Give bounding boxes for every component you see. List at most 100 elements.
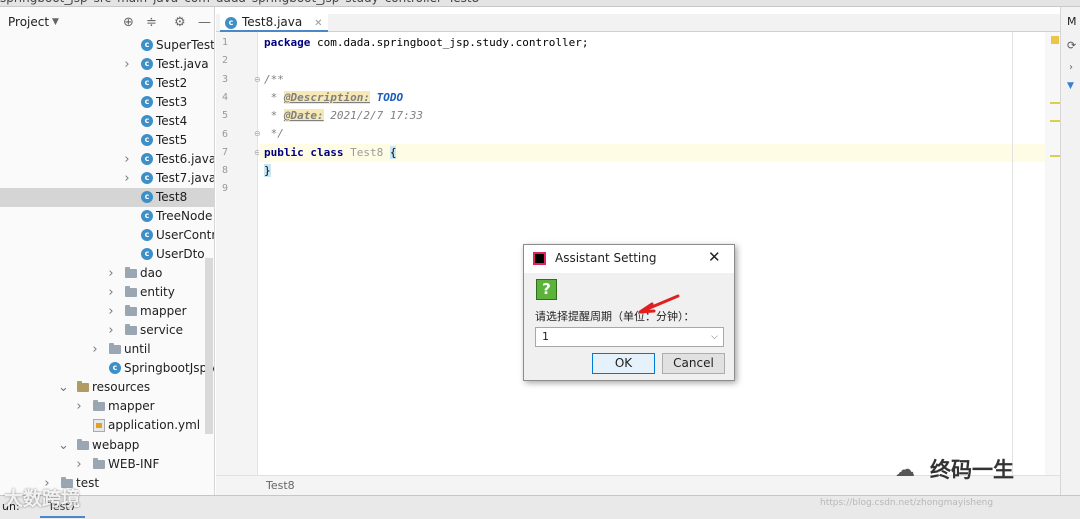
tree-item-label: entity [140,285,175,299]
chevron-right-icon[interactable]: › [1069,62,1073,73]
tree-item[interactable]: › dao [0,264,214,283]
chevron-down-icon[interactable]: ▼ [52,17,59,27]
code-line-5: * @Date: 2021/2/7 17:33 [264,109,423,122]
chevron-right-icon[interactable]: › [106,283,116,302]
project-tree-scrollbar[interactable] [205,258,213,434]
gear-icon[interactable]: ⚙ [174,15,186,30]
tree-item[interactable]: › mapper [0,397,214,416]
tree-item-label: Test.java [156,57,209,71]
tree-item[interactable]: › service [0,321,214,340]
class-icon: c [141,96,153,108]
tree-item[interactable]: › mapper [0,302,214,321]
tree-item-label: application.yml [108,418,201,432]
class-icon: c [225,17,237,29]
dialog-prompt: 请选择提醒周期（单位：分钟）： [535,310,695,323]
fold-icon[interactable]: ⊖ [254,129,261,138]
editor-breadcrumb[interactable]: Test8 [266,479,295,492]
cancel-button[interactable]: Cancel [662,353,725,374]
tree-item-label: TreeNode [156,209,213,223]
breadcrumb-item[interactable]: springboot_jsp [0,0,88,5]
right-tool-window-strip: M ⟳ › ▼ [1060,7,1080,495]
refresh-icon[interactable]: ⟳ [1067,39,1076,52]
breadcrumb-item[interactable]: main [117,0,147,5]
tab-test8-java[interactable]: c Test8.java ✕ [220,14,329,32]
tree-item[interactable]: › c Test6.java [0,150,214,169]
tree-item-label: service [140,323,183,337]
close-icon[interactable]: ✕ [708,248,721,266]
tree-item[interactable]: c UserDto [0,245,214,264]
wechat-icon: ☁ [895,457,915,481]
class-icon: c [109,362,121,374]
chevron-right-icon[interactable]: › [122,55,132,74]
chevron-down-icon[interactable]: ⌄ [58,378,69,397]
tree-item[interactable]: ⌄ resources [0,378,214,397]
breadcrumb-item[interactable]: dada [216,0,246,5]
chevron-right-icon[interactable]: › [106,321,116,340]
line-number: 3 [221,73,228,85]
breadcrumb-item[interactable]: controller [385,0,442,5]
fold-icon[interactable]: ⊖ [254,75,261,84]
chevron-right-icon[interactable]: › [74,455,84,474]
tree-item[interactable]: c TreeNode [0,207,214,226]
error-stripe[interactable] [1045,32,1061,475]
tree-item[interactable]: ⌄ webapp [0,436,214,455]
tree-item[interactable]: › entity [0,283,214,302]
tree-item[interactable]: cUserController [0,226,214,245]
chevron-right-icon[interactable]: › [122,150,132,169]
close-icon[interactable]: ✕ [314,18,322,29]
tree-item[interactable]: › until [0,340,214,359]
folder-icon [109,343,121,354]
breadcrumb-item[interactable]: study [345,0,378,5]
selected-value: 1 [542,330,549,343]
tree-item[interactable]: c Test3 [0,93,214,112]
tree-item[interactable]: › c Test.java [0,55,214,74]
breadcrumb: springboot_jsp srcmain java com dada springbo… [0,0,485,5]
reminder-period-select[interactable]: 1 ⌵ [535,327,724,347]
breadcrumb-item[interactable]: java [153,0,178,5]
tree-item-label: Test5 [156,133,188,147]
class-icon: c [141,229,153,241]
tree-item[interactable]: c Test5 [0,131,214,150]
chevron-right-icon[interactable]: › [90,340,100,359]
chevron-right-icon[interactable]: › [122,169,132,188]
inspection-status-icon[interactable] [1051,36,1059,44]
tree-item-label: dao [140,266,163,280]
breadcrumb-item[interactable]: springboot_jsp [252,0,340,5]
tree-item[interactable]: c Test2 [0,74,214,93]
tree-item[interactable]: c Test8 [0,188,214,207]
folder-icon [93,458,105,469]
chevron-down-icon[interactable]: ▼ [1067,81,1074,91]
breadcrumb-item[interactable]: src [94,0,112,5]
maven-tool-label[interactable]: M [1067,15,1077,28]
class-icon: c [141,248,153,260]
project-tool-window: Project ▼ ⊕ ≑ ⚙ — c SuperTest › c Test.java c… [0,7,215,495]
tree-item[interactable]: cSpringbootJspApplica [0,359,214,378]
tree-item[interactable]: › c Test7.java [0,169,214,188]
tree-item-label: UserController [156,228,214,242]
chevron-right-icon[interactable]: › [74,397,84,416]
intellij-logo-icon [533,252,546,265]
tree-item[interactable]: c Test4 [0,112,214,131]
class-icon: c [141,39,153,51]
ok-button[interactable]: OK [592,353,655,374]
resources-folder-icon [77,381,89,392]
line-number: 1 [221,37,228,48]
locate-target-icon[interactable]: ⊕ [123,15,134,30]
tree-item[interactable]: › WEB-INF [0,455,214,474]
chevron-down-icon[interactable]: ⌄ [58,436,69,455]
line-number: 8 [221,165,228,177]
minimize-icon[interactable]: — [198,15,211,30]
breadcrumb-item[interactable]: Test8 [448,0,479,5]
project-view-selector[interactable]: Project [8,15,49,29]
tree-item[interactable]: application.yml [0,416,214,435]
chevron-right-icon[interactable]: › [106,264,116,283]
line-number: 5 [221,110,228,122]
watermark-url: https://blog.csdn.net/zhongmayisheng [820,498,994,508]
collapse-all-icon[interactable]: ≑ [146,15,157,30]
folder-icon [125,286,137,297]
tree-item-label: Test7.java [156,171,214,185]
breadcrumb-item[interactable]: com [184,0,210,5]
chevron-down-icon[interactable]: ⌵ [711,328,718,346]
tree-item[interactable]: c SuperTest [0,36,214,55]
chevron-right-icon[interactable]: › [106,302,116,321]
